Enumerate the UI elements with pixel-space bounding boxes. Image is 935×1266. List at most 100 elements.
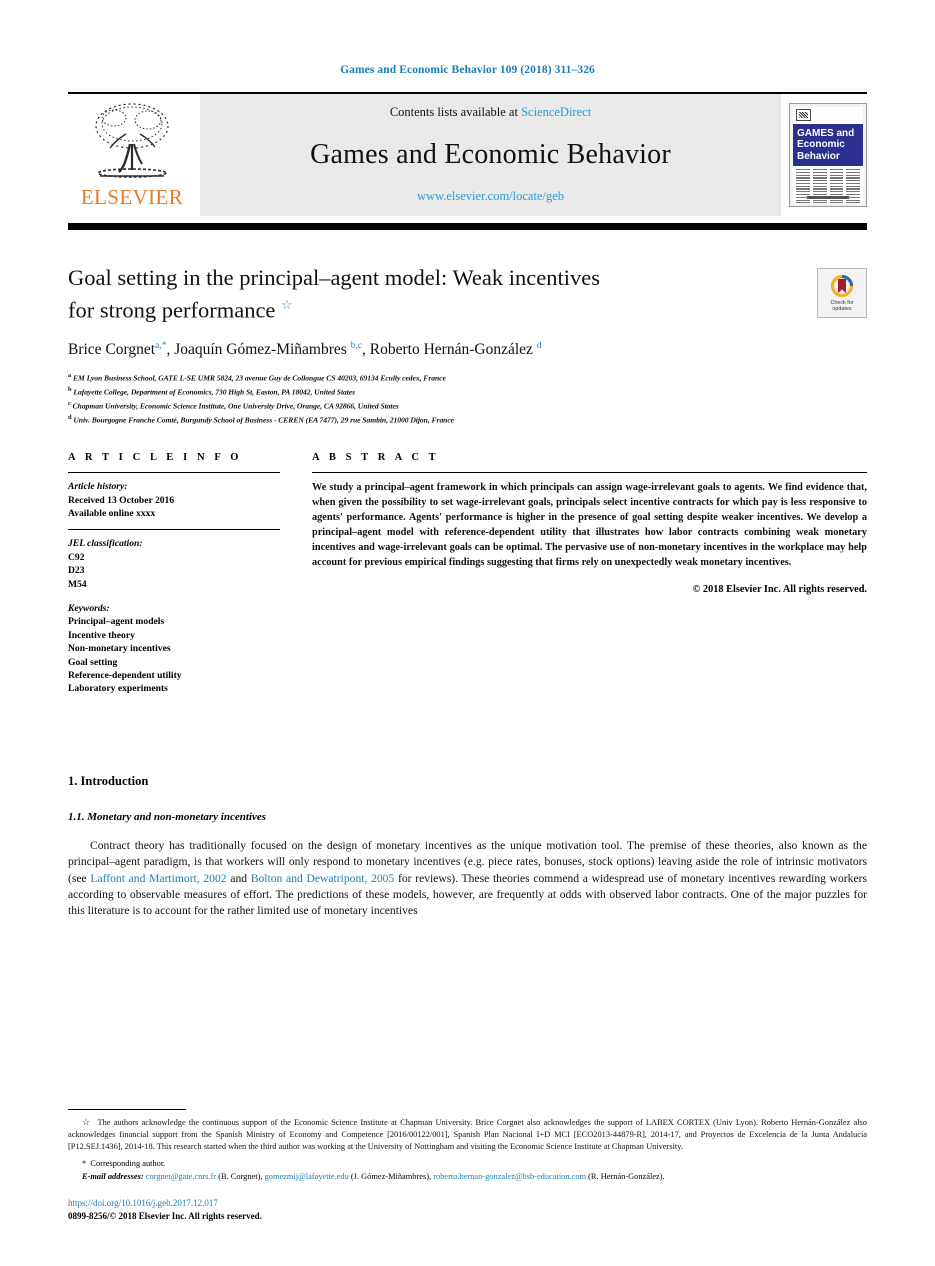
cover-title-line-1: GAMES and [797, 127, 855, 139]
email-owner: (B. Corgnet) [218, 1171, 261, 1181]
cover-stamp-icon [796, 109, 811, 121]
affiliation-marker: c [68, 399, 71, 407]
elsevier-tree-icon [95, 103, 169, 178]
author-affiliation-marker[interactable]: d [537, 341, 542, 351]
article-history-block: Article history: Received 13 October 201… [68, 473, 280, 520]
email-owner: (J. Gómez-Miñambres) [350, 1171, 430, 1181]
crossmark-label: Check for updates [830, 300, 853, 312]
contents-available-line: Contents lists available at ScienceDirec… [390, 105, 591, 120]
doi-block: https://doi.org/10.1016/j.geb.2017.12.01… [68, 1197, 867, 1222]
affiliation-marker: b [68, 385, 72, 393]
author-name[interactable]: Joaquín Gómez-Miñambres [174, 341, 347, 358]
acknowledgement-text: The authors acknowledge the continuous s… [68, 1117, 867, 1151]
running-head: Games and Economic Behavior 109 (2018) 3… [340, 64, 595, 76]
cover-toc-columns [796, 169, 860, 203]
jel-label: JEL classification: [68, 538, 143, 550]
abstract-column: A B S T R A C T We study a principal–age… [300, 452, 867, 696]
article-history-label: Article history: [68, 481, 128, 493]
cover-toc-column [812, 169, 827, 203]
paper-page: Games and Economic Behavior 109 (2018) 3… [0, 0, 935, 1266]
affiliation-text: Chapman University, Economic Science Ins… [72, 401, 399, 411]
keyword-item: Reference-dependent utility [68, 670, 182, 682]
journal-cover-thumbnail[interactable]: GAMES and Economic Behavior [789, 103, 867, 207]
keywords-label: Keywords: [68, 603, 110, 614]
jel-block: JEL classification: C92 D23 M54 [68, 537, 280, 591]
introduction-section: 1. Introduction 1.1. Monetary and non-mo… [68, 774, 867, 920]
email-link[interactable]: corgnet@gate.cnrs.fr [146, 1172, 216, 1181]
affiliation-marker: a [68, 371, 72, 379]
jel-rule [68, 529, 280, 531]
affiliation-text: Lafayette College, Department of Economi… [73, 387, 356, 397]
title-column: Goal setting in the principal–agent mode… [68, 264, 817, 324]
elsevier-logo: ELSEVIER [68, 94, 196, 216]
keyword-item: Principal–agent models [68, 616, 165, 628]
crossmark-badge[interactable]: Check for updates [817, 268, 867, 318]
paragraph-conjunction: and [226, 871, 251, 885]
article-history-item: Received 13 October 2016 [68, 494, 175, 506]
corresponding-text: Corresponding author. [90, 1159, 166, 1169]
keyword-item: Goal setting [68, 656, 118, 668]
affiliation-text: EM Lyon Business School, GATE L-SE UMR 5… [73, 373, 446, 383]
cover-footer-rule [807, 196, 849, 199]
author-affiliation-marker[interactable]: b,c [351, 341, 362, 351]
affiliation-list: a EM Lyon Business School, GATE L-SE UMR… [68, 370, 867, 427]
page-title: Goal setting in the principal–agent mode… [68, 264, 803, 324]
affiliation-item: c Chapman University, Economic Science I… [68, 398, 867, 412]
affiliation-item: b Lafayette College, Department of Econo… [68, 384, 867, 398]
title-row: Goal setting in the principal–agent mode… [68, 264, 867, 324]
doi-link[interactable]: https://doi.org/10.1016/j.geb.2017.12.01… [68, 1197, 867, 1210]
section-heading: 1. Introduction [68, 773, 149, 788]
email-footnote: E-mail addresses: corgnet@gate.cnrs.fr (… [82, 1171, 665, 1181]
cover-toc-column [846, 169, 860, 203]
email-link[interactable]: roberto.hernan-gonzalez@bsb-education.co… [433, 1172, 586, 1181]
citation-link[interactable]: Bolton and Dewatripont, 2005 [251, 872, 395, 885]
author-name[interactable]: Brice Corgnet [68, 341, 155, 358]
abstract-heading: A B S T R A C T [312, 452, 440, 464]
footnote-rule [68, 1108, 186, 1110]
jel-code: C92 [68, 551, 85, 563]
issn-copyright-line: 0899-8256/© 2018 Elsevier Inc. All right… [68, 1210, 262, 1221]
author-affiliation-marker[interactable]: a,* [155, 341, 166, 351]
cover-title-line-2: Economic [797, 139, 845, 151]
journal-title: Games and Economic Behavior [310, 138, 671, 170]
contents-prefix: Contents lists available at [389, 105, 522, 119]
email-label: E-mail addresses: [82, 1171, 144, 1181]
cover-toc-column [796, 169, 810, 203]
body-paragraph: Contract theory has traditionally focuse… [68, 838, 867, 920]
crossmark-icon [830, 274, 854, 297]
acknowledgement-marker: ☆ [82, 1116, 92, 1127]
cover-inner: GAMES and Economic Behavior [793, 107, 863, 203]
article-info-column: A R T I C L E I N F O Article history: R… [68, 452, 300, 696]
journal-masthead: ELSEVIER Contents lists available at Sci… [68, 92, 867, 216]
citation-link[interactable]: Laffont and Martimort, 2002 [90, 872, 226, 885]
sciencedirect-link[interactable]: ScienceDirect [521, 105, 591, 119]
title-footnote-marker[interactable]: ☆ [281, 297, 293, 312]
abstract-copyright: © 2018 Elsevier Inc. All rights reserved… [692, 583, 867, 595]
jel-code: D23 [68, 565, 85, 577]
email-link[interactable]: gomezmij@lafayette.edu [265, 1172, 349, 1181]
affiliation-marker: d [68, 414, 72, 422]
paper-title-line-1: Goal setting in the principal–agent mode… [68, 265, 601, 290]
jel-code: M54 [68, 578, 87, 590]
masthead-bottom-bar [68, 223, 867, 230]
elsevier-wordmark: ELSEVIER [80, 185, 184, 209]
subsection-heading: 1.1. Monetary and non-monetary incentive… [68, 810, 267, 823]
affiliation-item: d Univ. Bourgogne Franche Comté, Burgund… [68, 412, 867, 426]
article-history-item: Available online xxxx [68, 507, 156, 519]
author-list: Brice Corgneta,*, Joaquín Gómez-Miñambre… [68, 340, 542, 358]
cover-title-line-3: Behavior [797, 150, 840, 162]
masthead-center: Contents lists available at ScienceDirec… [200, 94, 781, 216]
keyword-item: Non-monetary incentives [68, 643, 171, 655]
corresponding-author-footnote: * Corresponding author. [68, 1158, 867, 1170]
journal-url-link[interactable]: www.elsevier.com/locate/geb [417, 189, 564, 204]
keyword-item: Incentive theory [68, 629, 135, 641]
keyword-item: Laboratory experiments [68, 683, 168, 695]
crossmark-label-line-2: updates [832, 305, 852, 312]
cover-toc-column [829, 169, 844, 203]
abstract-text: We study a principal–agent framework in … [312, 482, 867, 568]
affiliation-text: Univ. Bourgogne Franche Comté, Burgundy … [73, 415, 455, 425]
author-name[interactable]: Roberto Hernán-González [370, 341, 533, 358]
affiliation-item: a EM Lyon Business School, GATE L-SE UMR… [68, 370, 867, 384]
email-owner: (R. Hernán-González) [588, 1171, 663, 1181]
